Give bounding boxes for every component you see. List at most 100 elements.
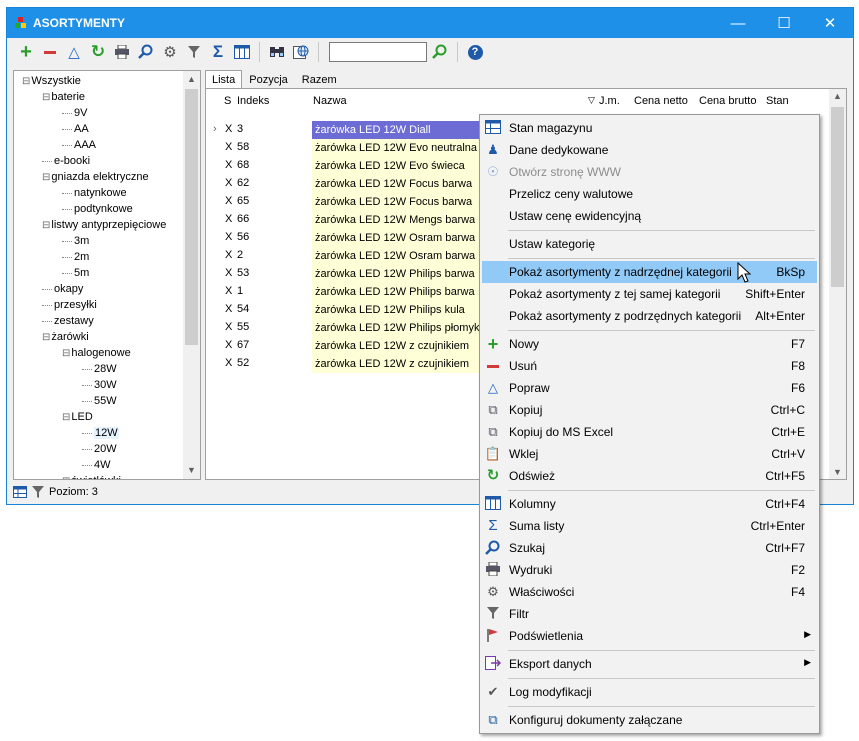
refresh-button[interactable]: ↻ (87, 41, 109, 63)
menu-item[interactable]: ⧉ Konfiguruj dokumenty załączane (482, 709, 817, 731)
column-header-cena-brutto[interactable]: Cena brutto (699, 95, 756, 107)
tree-scroll-thumb[interactable] (185, 89, 198, 345)
menu-item[interactable]: Pokaż asortymenty z nadrzędnej kategorii… (482, 261, 817, 283)
tree-item[interactable]: AAA (62, 137, 96, 153)
add-button[interactable]: + (15, 41, 37, 63)
tab-2[interactable]: Razem (295, 70, 344, 88)
search-go-button[interactable] (429, 41, 451, 63)
tree-item[interactable]: AA (62, 121, 89, 137)
menu-item[interactable]: ⧉ Kopiuj Ctrl+C (482, 399, 817, 421)
tree-item[interactable]: natynkowe (62, 185, 127, 201)
mouse-cursor-icon (737, 262, 751, 283)
columns-button[interactable] (231, 41, 253, 63)
menu-item[interactable]: ↻ Odśwież Ctrl+F5 (482, 465, 817, 487)
menu-item[interactable]: Σ Suma listy Ctrl+Enter (482, 515, 817, 537)
tree-item[interactable]: okapy (42, 281, 83, 297)
menu-item[interactable]: Filtr (482, 603, 817, 625)
menu-item[interactable]: △ Popraw F6 (482, 377, 817, 399)
scroll-down-icon[interactable]: ▼ (833, 467, 842, 477)
sum-button[interactable]: Σ (207, 41, 229, 63)
column-header-indeks[interactable]: Indeks (237, 95, 269, 107)
tree-item[interactable]: ⊟żarówki (42, 329, 89, 345)
tree-item[interactable]: ⊟LED (62, 409, 93, 425)
tree-item[interactable]: 20W (82, 441, 117, 457)
tree-item[interactable]: ⊟listwy antyprzepięciowe (42, 217, 166, 233)
delete-button[interactable] (39, 41, 61, 63)
tree-item-label: 30W (94, 379, 117, 391)
tree-item[interactable]: 2m (62, 249, 89, 265)
scroll-up-icon[interactable]: ▲ (183, 71, 200, 88)
print-button[interactable] (111, 41, 133, 63)
collapse-icon[interactable]: ⊟ (42, 332, 50, 343)
menu-item[interactable]: Eksport danych ▶ (482, 653, 817, 675)
tree-connector (62, 208, 72, 210)
tree-scrollbar[interactable]: ▲ ▼ (183, 71, 200, 479)
help-button[interactable]: ? (464, 41, 486, 63)
column-header-cena-netto[interactable]: Cena netto (634, 95, 688, 107)
tab-0[interactable]: Lista (205, 70, 243, 88)
tree-item[interactable]: 55W (82, 393, 117, 409)
minimize-button[interactable]: — (715, 8, 761, 38)
menu-item[interactable]: ⚙ Właściwości F4 (482, 581, 817, 603)
search-input[interactable] (329, 42, 427, 62)
menu-item[interactable]: + Nowy F7 (482, 333, 817, 355)
collapse-icon[interactable]: ⊟ (62, 412, 70, 423)
menu-item[interactable]: Pokaż asortymenty z podrzędnych kategori… (482, 305, 817, 327)
grid-scrollbar[interactable]: ▲ ▼ (829, 89, 846, 479)
tree-item[interactable]: ⊞świetlówki (62, 473, 121, 479)
menu-item[interactable]: ♟ Dane dedykowane (482, 139, 817, 161)
menu-item[interactable]: Szukaj Ctrl+F7 (482, 537, 817, 559)
search-button[interactable] (135, 41, 157, 63)
menu-item[interactable]: Usuń F8 (482, 355, 817, 377)
menu-item[interactable]: Przelicz ceny walutowe (482, 183, 817, 205)
close-button[interactable]: ✕ (807, 8, 853, 38)
tree-item[interactable]: podtynkowe (62, 201, 133, 217)
category-tree[interactable]: ⊟Wszystkie ⊟baterie 9V AA AAA e-booki ⊟gniazda… (13, 70, 201, 480)
grid-scroll-thumb[interactable] (831, 107, 844, 287)
menu-item[interactable]: Stan magazynu (482, 117, 817, 139)
collapse-icon[interactable]: ⊟ (62, 348, 70, 359)
filter-button[interactable] (183, 41, 205, 63)
tree-item[interactable]: 5m (62, 265, 89, 281)
tree-item[interactable]: zestawy (42, 313, 94, 329)
collapse-icon[interactable]: ⊟ (42, 172, 50, 183)
menu-item[interactable]: 📋 Wklej Ctrl+V (482, 443, 817, 465)
binoculars-button[interactable] (266, 41, 288, 63)
menu-item[interactable]: ☉ Otwórz stronę WWW (482, 161, 817, 183)
column-header-jm[interactable]: J.m. (599, 95, 620, 107)
column-header-stan[interactable]: Stan (766, 95, 789, 107)
tree-item[interactable]: e-booki (42, 153, 90, 169)
tree-item[interactable]: 28W (82, 361, 117, 377)
menu-item[interactable]: Kolumny Ctrl+F4 (482, 493, 817, 515)
tree-item[interactable]: 4W (82, 457, 111, 473)
tree-item[interactable]: przesyłki (42, 297, 97, 313)
web-button[interactable] (290, 41, 312, 63)
column-header-nazwa[interactable]: Nazwa (313, 95, 347, 107)
menu-item[interactable]: Ustaw kategorię (482, 233, 817, 255)
tree-item[interactable]: 3m (62, 233, 89, 249)
tab-1[interactable]: Pozycja (242, 70, 295, 88)
menu-item[interactable]: ✔ Log modyfikacji (482, 681, 817, 703)
column-header-s[interactable]: S (224, 95, 231, 107)
expand-icon[interactable]: ⊞ (62, 476, 70, 479)
edit-button[interactable]: △ (63, 41, 85, 63)
scroll-down-icon[interactable]: ▼ (183, 462, 200, 479)
collapse-icon[interactable]: ⊟ (22, 76, 30, 87)
tree-item[interactable]: 12W (82, 425, 119, 441)
tree-item[interactable]: ⊟Wszystkie (22, 73, 81, 89)
menu-item[interactable]: Ustaw cenę ewidencyjną (482, 205, 817, 227)
collapse-icon[interactable]: ⊟ (42, 92, 50, 103)
menu-item[interactable]: Pokaż asortymenty z tej samej kategorii S… (482, 283, 817, 305)
tree-item[interactable]: ⊟baterie (42, 89, 85, 105)
menu-item[interactable]: Wydruki F2 (482, 559, 817, 581)
menu-item[interactable]: ⧉ Kopiuj do MS Excel Ctrl+E (482, 421, 817, 443)
tree-item[interactable]: 9V (62, 105, 87, 121)
tree-item[interactable]: 30W (82, 377, 117, 393)
maximize-button[interactable]: ☐ (761, 8, 807, 38)
tree-item[interactable]: ⊟gniazda elektryczne (42, 169, 149, 185)
properties-button[interactable]: ⚙ (159, 41, 181, 63)
scroll-up-icon[interactable]: ▲ (833, 91, 842, 101)
collapse-icon[interactable]: ⊟ (42, 220, 50, 231)
tree-item[interactable]: ⊟halogenowe (62, 345, 131, 361)
menu-item[interactable]: Podświetlenia ▶ (482, 625, 817, 647)
